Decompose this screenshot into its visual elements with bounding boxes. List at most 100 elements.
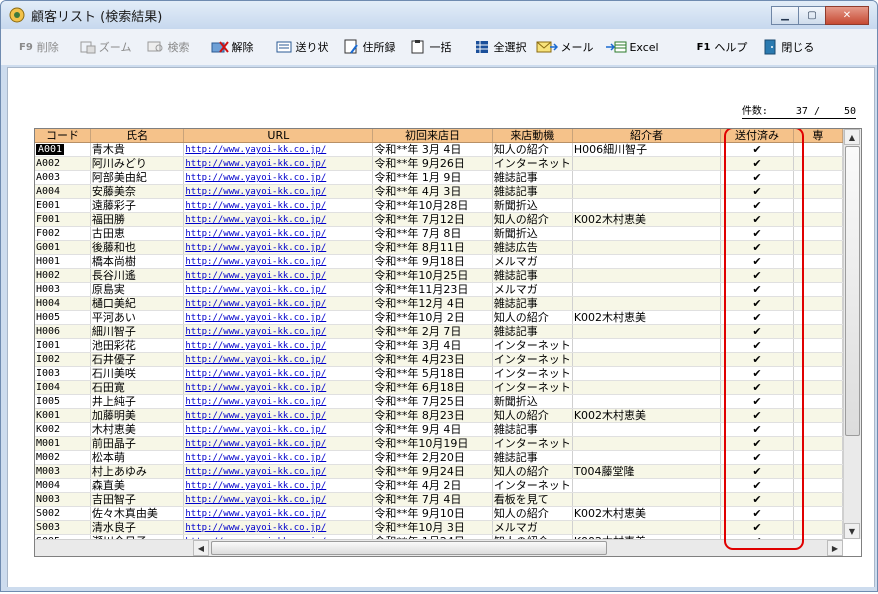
minimize-button[interactable]: ▁ xyxy=(771,6,799,25)
first-visit-cell[interactable]: 令和**年10月28日 xyxy=(372,198,493,213)
sent-cell[interactable]: ✔ xyxy=(720,282,794,297)
url-link[interactable]: http://www.yayoi-kk.co.jp/ xyxy=(185,355,326,365)
url-cell[interactable]: http://www.yayoi-kk.co.jp/ xyxy=(183,408,374,423)
extra-cell[interactable] xyxy=(793,464,843,479)
extra-cell[interactable] xyxy=(793,506,843,521)
url-cell[interactable]: http://www.yayoi-kk.co.jp/ xyxy=(183,380,374,395)
table-row[interactable]: I003 石川美咲 http://www.yayoi-kk.co.jp/令和**年 … xyxy=(35,366,843,381)
motive-cell[interactable]: 雑誌記事 xyxy=(492,324,573,339)
referrer-cell[interactable] xyxy=(572,268,722,283)
select-all-button[interactable]: 全選択 xyxy=(469,33,530,61)
sent-cell[interactable]: ✔ xyxy=(720,422,794,437)
waybill-button[interactable]: 送り状 xyxy=(271,33,332,61)
first-visit-cell[interactable]: 令和**年 3月 4日 xyxy=(372,338,493,353)
first-visit-cell[interactable]: 令和**年10月19日 xyxy=(372,436,493,451)
motive-cell[interactable]: メルマガ xyxy=(492,520,573,535)
url-cell[interactable]: http://www.yayoi-kk.co.jp/ xyxy=(183,142,374,157)
first-visit-cell[interactable]: 令和**年 2月20日 xyxy=(372,450,493,465)
referrer-cell[interactable] xyxy=(572,492,722,507)
referrer-cell[interactable] xyxy=(572,394,722,409)
table-row[interactable]: A004 安藤美奈 http://www.yayoi-kk.co.jp/令和**年 … xyxy=(35,184,843,199)
extra-cell[interactable] xyxy=(793,492,843,507)
first-visit-cell[interactable]: 令和**年 7月 4日 xyxy=(372,492,493,507)
url-link[interactable]: http://www.yayoi-kk.co.jp/ xyxy=(185,439,326,449)
referrer-cell[interactable] xyxy=(572,422,722,437)
first-visit-cell[interactable]: 令和**年 9月24日 xyxy=(372,464,493,479)
code-cell[interactable]: I002 xyxy=(35,352,91,367)
url-link[interactable]: http://www.yayoi-kk.co.jp/ xyxy=(185,383,326,393)
url-cell[interactable]: http://www.yayoi-kk.co.jp/ xyxy=(183,254,374,269)
first-visit-cell[interactable]: 令和**年 1月 9日 xyxy=(372,170,493,185)
table-row[interactable]: A001 青木貴 http://www.yayoi-kk.co.jp/令和**年 3… xyxy=(35,142,843,157)
url-link[interactable]: http://www.yayoi-kk.co.jp/ xyxy=(185,341,326,351)
motive-cell[interactable]: 雑誌記事 xyxy=(492,268,573,283)
table-row[interactable]: H004 樋口美紀 http://www.yayoi-kk.co.jp/令和**年1… xyxy=(35,296,843,311)
code-cell[interactable]: G001 xyxy=(35,240,91,255)
referrer-cell[interactable] xyxy=(572,156,722,171)
name-cell[interactable]: 佐々木真由美 xyxy=(90,506,185,521)
url-link[interactable]: http://www.yayoi-kk.co.jp/ xyxy=(185,397,326,407)
sent-cell[interactable]: ✔ xyxy=(720,156,794,171)
batch-button[interactable]: 一括 xyxy=(405,33,455,61)
first-visit-cell[interactable]: 令和**年 8月11日 xyxy=(372,240,493,255)
code-cell[interactable]: K001 xyxy=(35,408,91,423)
extra-cell[interactable] xyxy=(793,184,843,199)
motive-cell[interactable]: 知人の紹介 xyxy=(492,464,573,479)
sent-cell[interactable]: ✔ xyxy=(720,184,794,199)
motive-cell[interactable]: インターネット xyxy=(492,436,573,451)
motive-cell[interactable]: インターネット xyxy=(492,478,573,493)
name-cell[interactable]: 加藤明美 xyxy=(90,408,185,423)
extra-cell[interactable] xyxy=(793,478,843,493)
motive-cell[interactable]: 雑誌広告 xyxy=(492,240,573,255)
url-cell[interactable]: http://www.yayoi-kk.co.jp/ xyxy=(183,226,374,241)
close-button[interactable]: 閉じる xyxy=(757,33,818,61)
first-visit-cell[interactable]: 令和**年 4月 3日 xyxy=(372,184,493,199)
url-cell[interactable]: http://www.yayoi-kk.co.jp/ xyxy=(183,310,374,325)
referrer-cell[interactable] xyxy=(572,170,722,185)
name-cell[interactable]: 青木貴 xyxy=(90,142,185,157)
referrer-cell[interactable] xyxy=(572,436,722,451)
referrer-cell[interactable]: K002木村恵美 xyxy=(572,506,722,521)
referrer-cell[interactable] xyxy=(572,198,722,213)
table-row[interactable]: G001 後藤和也 http://www.yayoi-kk.co.jp/令和**年 … xyxy=(35,240,843,255)
url-link[interactable]: http://www.yayoi-kk.co.jp/ xyxy=(185,159,326,169)
name-cell[interactable]: 石田寛 xyxy=(90,380,185,395)
sent-cell[interactable]: ✔ xyxy=(720,492,794,507)
referrer-cell[interactable] xyxy=(572,226,722,241)
referrer-cell[interactable] xyxy=(572,450,722,465)
vertical-scroll-thumb[interactable] xyxy=(845,146,860,436)
column-header-referrer[interactable]: 紹介者 xyxy=(572,129,722,143)
name-cell[interactable]: 細川智子 xyxy=(90,324,185,339)
motive-cell[interactable]: 看板を見て xyxy=(492,492,573,507)
code-cell[interactable]: H001 xyxy=(35,254,91,269)
code-cell[interactable]: I005 xyxy=(35,394,91,409)
sent-cell[interactable]: ✔ xyxy=(720,478,794,493)
code-cell[interactable]: A001 xyxy=(35,142,91,157)
name-cell[interactable]: 安藤美奈 xyxy=(90,184,185,199)
referrer-cell[interactable]: T004藤堂隆 xyxy=(572,464,722,479)
url-link[interactable]: http://www.yayoi-kk.co.jp/ xyxy=(185,509,326,519)
url-cell[interactable]: http://www.yayoi-kk.co.jp/ xyxy=(183,156,374,171)
table-row[interactable]: H001 橋本尚樹 http://www.yayoi-kk.co.jp/令和**年 … xyxy=(35,254,843,269)
referrer-cell[interactable]: K002木村恵美 xyxy=(572,212,722,227)
motive-cell[interactable]: 雑誌記事 xyxy=(492,296,573,311)
code-cell[interactable]: M001 xyxy=(35,436,91,451)
scroll-left-button[interactable]: ◀ xyxy=(193,540,209,556)
table-row[interactable]: A003 阿部美由紀 http://www.yayoi-kk.co.jp/令和**年… xyxy=(35,170,843,185)
first-visit-cell[interactable]: 令和**年 9月26日 xyxy=(372,156,493,171)
sent-cell[interactable]: ✔ xyxy=(720,142,794,157)
table-row[interactable]: F002 古田恵 http://www.yayoi-kk.co.jp/令和**年 7… xyxy=(35,226,843,241)
name-cell[interactable]: 石川美咲 xyxy=(90,366,185,381)
url-link[interactable]: http://www.yayoi-kk.co.jp/ xyxy=(185,327,326,337)
code-cell[interactable]: H002 xyxy=(35,268,91,283)
code-cell[interactable]: H005 xyxy=(35,310,91,325)
url-cell[interactable]: http://www.yayoi-kk.co.jp/ xyxy=(183,212,374,227)
sent-cell[interactable]: ✔ xyxy=(720,366,794,381)
extra-cell[interactable] xyxy=(793,310,843,325)
sent-cell[interactable]: ✔ xyxy=(720,310,794,325)
referrer-cell[interactable]: H006細川智子 xyxy=(572,142,722,157)
extra-cell[interactable] xyxy=(793,422,843,437)
referrer-cell[interactable] xyxy=(572,254,722,269)
table-row[interactable]: S002 佐々木真由美 http://www.yayoi-kk.co.jp/令和**… xyxy=(35,506,843,521)
extra-cell[interactable] xyxy=(793,198,843,213)
